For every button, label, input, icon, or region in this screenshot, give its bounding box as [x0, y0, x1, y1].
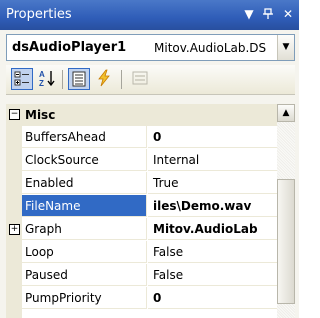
window-menu-dropdown-icon[interactable]: ▼	[240, 5, 258, 23]
category-label: Misc	[25, 108, 56, 122]
property-value[interactable]: 0	[148, 287, 277, 309]
property-name: ClockSource	[22, 149, 147, 171]
property-row-clocksource[interactable]: ClockSource Internal	[6, 149, 277, 172]
properties-button[interactable]	[68, 68, 90, 90]
category-row-misc[interactable]: − Misc	[6, 104, 277, 126]
property-value[interactable]: Internal	[148, 149, 277, 171]
events-button[interactable]	[94, 68, 116, 90]
property-grid: − Misc BuffersAhead 0 ClockSource Intern…	[6, 104, 277, 318]
pin-icon[interactable]	[259, 5, 277, 23]
toolbar-separator	[121, 70, 122, 89]
alphabetical-sort-icon: A Z	[39, 70, 55, 88]
property-value[interactable]: False	[148, 264, 277, 286]
object-name: dsAudioPlayer1	[12, 40, 127, 55]
properties-icon	[72, 71, 86, 87]
categorized-button[interactable]	[11, 68, 33, 90]
property-value[interactable]: True	[148, 172, 277, 194]
chevron-down-icon[interactable]: ▼	[277, 35, 294, 60]
title-bar[interactable]: Properties ▼ ✕	[0, 0, 299, 30]
property-row-paused[interactable]: Paused False	[6, 264, 277, 287]
property-row-loop[interactable]: Loop False	[6, 241, 277, 264]
vertical-scrollbar[interactable]: ▲	[277, 104, 295, 318]
expand-icon[interactable]: +	[9, 224, 20, 235]
property-name: BuffersAhead	[22, 126, 147, 148]
property-name: Loop	[22, 241, 147, 263]
svg-text:Z: Z	[39, 79, 44, 88]
property-pages-button[interactable]	[130, 68, 152, 90]
collapse-icon[interactable]: −	[9, 109, 20, 120]
property-name: PumpPriority	[22, 287, 147, 309]
alphabetical-button[interactable]: A Z	[37, 68, 59, 90]
property-pages-icon	[132, 71, 148, 85]
property-row-buffersahead[interactable]: BuffersAhead 0	[6, 126, 277, 149]
property-row-graph[interactable]: + Graph Mitov.AudioLab	[6, 218, 277, 241]
close-icon[interactable]: ✕	[279, 5, 297, 23]
scroll-up-icon[interactable]: ▲	[277, 104, 295, 122]
property-row-filename[interactable]: FileName iles\Demo.wav	[6, 195, 277, 218]
property-name: FileName	[22, 195, 147, 217]
object-selector[interactable]: dsAudioPlayer1 Mitov.AudioLab.DS ▼	[6, 34, 295, 61]
property-value[interactable]: Mitov.AudioLab	[148, 218, 277, 240]
lightning-icon	[98, 69, 110, 87]
object-type: Mitov.AudioLab.DS	[154, 41, 267, 55]
properties-window: Properties ▼ ✕ dsAudioPlayer1 Mitov.Audi…	[0, 0, 299, 318]
property-value[interactable]: 0	[148, 126, 277, 148]
property-value[interactable]: False	[148, 241, 277, 263]
categorized-icon	[14, 71, 29, 86]
property-row-enabled[interactable]: Enabled True	[6, 172, 277, 195]
property-name: Paused	[22, 264, 147, 286]
property-name: Enabled	[22, 172, 147, 194]
property-value[interactable]: iles\Demo.wav	[148, 195, 277, 217]
property-toolbar: A Z	[6, 65, 295, 95]
property-name: Graph	[22, 218, 147, 240]
scroll-thumb[interactable]	[277, 179, 295, 304]
svg-text:A: A	[39, 70, 45, 79]
property-row-pumppriority[interactable]: PumpPriority 0	[6, 287, 277, 310]
window-title: Properties	[6, 7, 72, 22]
toolbar-separator	[62, 70, 63, 89]
